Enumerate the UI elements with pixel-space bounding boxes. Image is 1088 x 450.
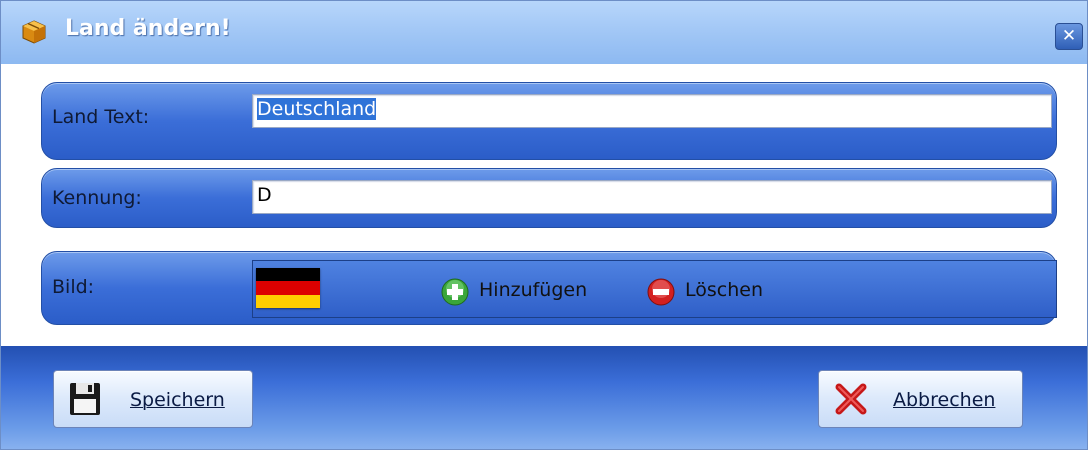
red-x-icon — [835, 383, 867, 415]
kennung-value: D — [257, 184, 272, 206]
bild-label: Bild: — [52, 276, 95, 298]
land-text-group: Land Text: Deutschland — [41, 82, 1057, 160]
kennung-input[interactable]: D — [252, 180, 1052, 214]
title-bar[interactable]: Land ändern! ✕ — [1, 1, 1087, 64]
land-text-input[interactable]: Deutschland — [252, 94, 1052, 128]
add-picture-label: Hinzufügen — [479, 279, 588, 301]
land-text-label: Land Text: — [52, 106, 150, 128]
cancel-label: Abbrechen — [893, 389, 996, 411]
kennung-group: Kennung: D — [41, 168, 1057, 228]
floppy-disk-icon — [70, 383, 100, 415]
cancel-button[interactable]: Abbrechen — [818, 370, 1023, 428]
close-icon: ✕ — [1061, 26, 1077, 46]
german-flag-icon — [256, 268, 320, 308]
picture-panel: Hinzufügen Löschen — [252, 260, 1057, 318]
button-bar: Speichern Abbrechen — [1, 346, 1087, 449]
kennung-label: Kennung: — [52, 187, 142, 209]
box-icon — [22, 20, 46, 44]
delete-picture-label: Löschen — [685, 279, 763, 301]
plus-circle-icon — [441, 278, 469, 306]
add-picture-button[interactable]: Hinzufügen — [441, 276, 611, 306]
land-text-value: Deutschland — [257, 98, 377, 120]
window-title: Land ändern! — [65, 16, 231, 41]
delete-picture-button[interactable]: Löschen — [647, 276, 797, 306]
form-content: Land Text: Deutschland Kennung: D Bild: — [1, 64, 1087, 449]
close-button[interactable]: ✕ — [1055, 23, 1083, 50]
save-button[interactable]: Speichern — [53, 370, 253, 428]
minus-circle-icon — [647, 278, 675, 306]
dialog-window: Land ändern! ✕ Land Text: Deutschland Ke… — [0, 0, 1088, 450]
bild-group: Bild: Hinzufügen Löschen — [41, 251, 1057, 325]
save-label: Speichern — [130, 389, 225, 411]
